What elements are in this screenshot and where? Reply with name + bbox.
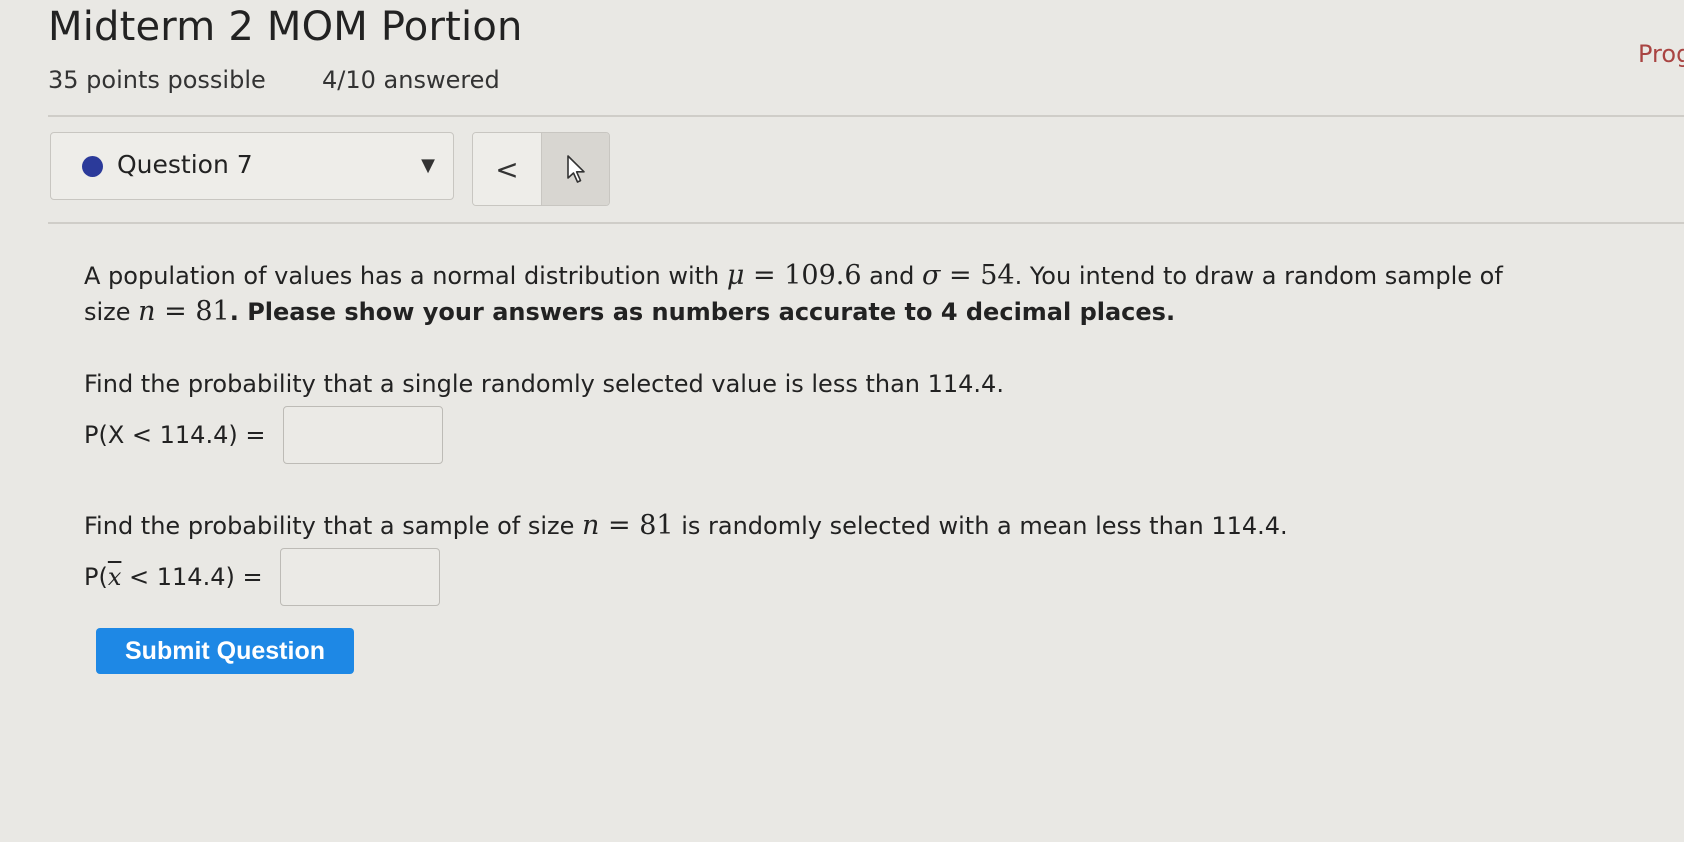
question-body: A population of values has a normal dist…: [84, 258, 1544, 606]
part2-prompt: Find the probability that a sample of si…: [84, 508, 1544, 544]
sigma-value: 54: [980, 260, 1015, 291]
question-intro: A population of values has a normal dist…: [84, 258, 1544, 330]
content-divider: [48, 222, 1684, 224]
part2-answer-input[interactable]: [280, 548, 441, 606]
part2-label-a: P(: [84, 563, 108, 591]
equals-sign: =: [155, 296, 196, 327]
question-selector[interactable]: Question 7 ▼: [50, 132, 454, 200]
question-nav: <: [472, 132, 610, 206]
cursor-arrow-icon: [566, 155, 585, 183]
equals-sign: =: [744, 260, 785, 291]
part2-prompt-a: Find the probability that a sample of si…: [84, 512, 583, 540]
n-value: 81: [195, 296, 230, 327]
mu-symbol: μ: [726, 260, 745, 291]
previous-question-button[interactable]: <: [473, 133, 542, 205]
points-possible: 35 points possible: [48, 66, 266, 94]
sigma-symbol: σ: [921, 260, 941, 291]
submit-question-button[interactable]: Submit Question: [96, 628, 354, 674]
part1-answer-row: P(X < 114.4) =: [84, 406, 1544, 464]
part2-label: P(x < 114.4) =: [84, 559, 270, 595]
n-value: 81: [639, 510, 674, 541]
part1-answer-input[interactable]: [283, 406, 444, 464]
progress-link[interactable]: Progress: [1638, 40, 1684, 68]
intro-text-1: A population of values has a normal dist…: [84, 262, 727, 290]
part2-label-b: < 114.4) =: [121, 563, 271, 591]
part2-answer-row: P(x < 114.4) =: [84, 548, 1544, 606]
question-selector-label: Question 7: [117, 150, 253, 179]
part2-prompt-b: is randomly selected with a mean less th…: [673, 512, 1288, 540]
and-text: and: [861, 262, 922, 290]
equals-sign: =: [940, 260, 981, 291]
answered-count: 4/10 answered: [322, 66, 500, 94]
status-dot-icon: [82, 156, 103, 177]
caret-down-icon: ▼: [421, 155, 435, 176]
part1-label: P(X < 114.4) =: [84, 421, 274, 449]
part1-prompt: Find the probability that a single rando…: [84, 370, 1004, 398]
header-divider: [48, 115, 1684, 117]
page-title: Midterm 2 MOM Portion: [48, 4, 523, 50]
intro-text-3: . Please show your answers as numbers ac…: [229, 298, 1176, 326]
equals-sign: =: [599, 510, 640, 541]
xbar-symbol: x: [107, 563, 122, 591]
mu-value: 109.6: [784, 260, 862, 291]
next-question-button[interactable]: [542, 133, 609, 205]
n-symbol: n: [138, 296, 156, 327]
n-symbol: n: [582, 510, 600, 541]
